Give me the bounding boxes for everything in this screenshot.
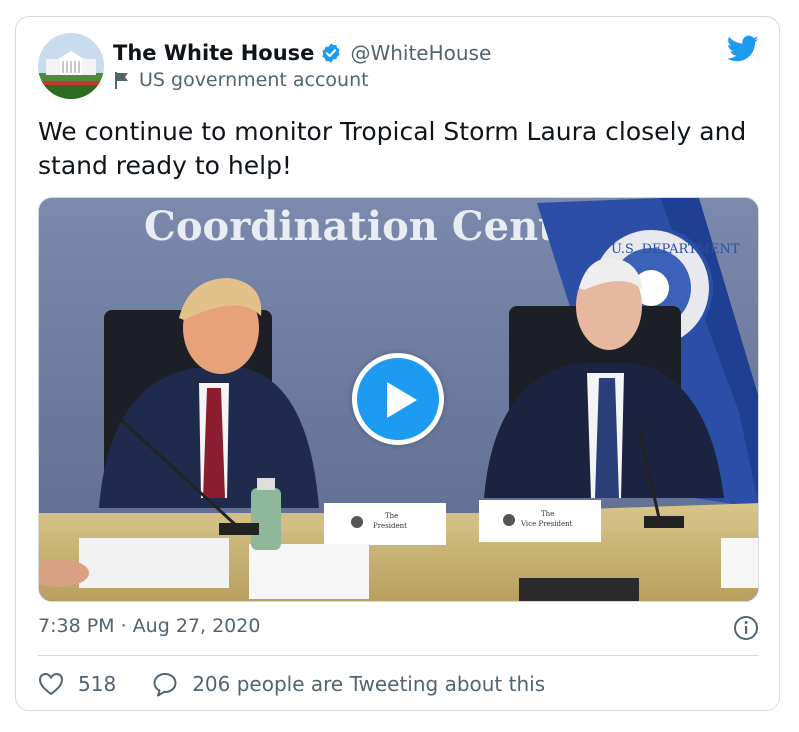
placard-right-line1: The (541, 510, 554, 518)
info-icon[interactable] (733, 615, 759, 641)
tweet-card: The White House @WhiteHouse US governmen… (15, 16, 780, 711)
wall-sign-text: Coordination Center (144, 203, 604, 250)
placard-right-line2: Vice President (520, 520, 573, 528)
twitter-bird-icon[interactable] (727, 35, 759, 63)
reply-icon (153, 673, 177, 697)
engagement-bar: 518 206 people are Tweeting about this (38, 671, 545, 697)
placard-left-line2: President (373, 522, 407, 530)
verified-icon (322, 43, 341, 63)
tweet-text: We continue to monitor Tropical Storm La… (38, 117, 747, 180)
video-player[interactable]: Coordination Center U.S. DEPARTMENT The … (38, 197, 759, 602)
placard-left-line1: The (385, 512, 398, 520)
reply-text: 206 people are Tweeting about this (192, 672, 546, 696)
tweet-timestamp[interactable]: 7:38 PM · Aug 27, 2020 (38, 615, 260, 637)
flag-icon (115, 72, 128, 89)
reply-button[interactable]: 206 people are Tweeting about this (152, 671, 545, 697)
play-icon (387, 382, 417, 418)
heart-icon (38, 672, 64, 696)
seal-text: U.S. DEPARTMENT (611, 242, 740, 257)
author-handle[interactable]: @WhiteHouse (350, 41, 491, 65)
author-name-row: The White House @WhiteHouse (113, 41, 491, 65)
divider (38, 655, 759, 656)
avatar[interactable] (38, 33, 104, 99)
like-button[interactable]: 518 (38, 672, 116, 696)
white-house-avatar-image (38, 33, 104, 99)
like-count: 518 (78, 672, 117, 696)
account-label-text: US government account (139, 69, 369, 91)
play-button[interactable] (352, 353, 444, 445)
author-display-name[interactable]: The White House (113, 41, 314, 65)
account-label: US government account (113, 69, 369, 91)
